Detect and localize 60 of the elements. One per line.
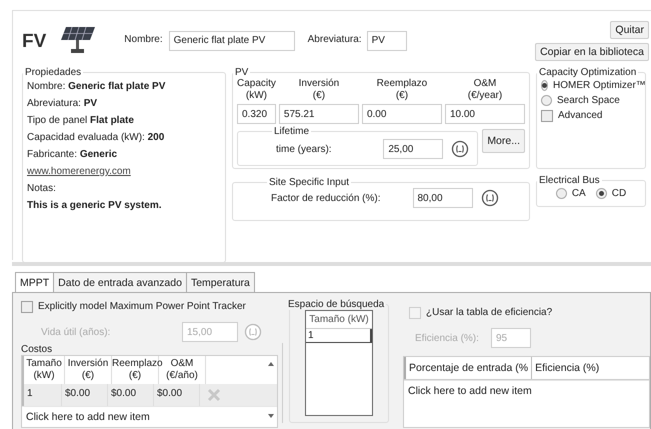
- checkbox[interactable]: [541, 110, 553, 122]
- notes-label: Notas:: [27, 182, 57, 196]
- abbreviation-label: Abreviatura:: [308, 34, 362, 44]
- tab[interactable]: Temperatura: [186, 272, 255, 292]
- sensitivity-button[interactable]: [480, 189, 498, 207]
- table-cell[interactable]: 1: [306, 329, 372, 343]
- lifetime-label: time (years):: [276, 144, 332, 154]
- lifetime-label: Vida útil (años):: [41, 326, 112, 338]
- website-link[interactable]: www.homerenergy.com: [27, 163, 221, 180]
- radio-button[interactable]: [541, 95, 552, 106]
- component-title: FV: [22, 31, 46, 53]
- radio-button[interactable]: [596, 188, 607, 199]
- remove-button[interactable]: Quitar: [610, 21, 649, 39]
- value-field[interactable]: 575.21: [278, 104, 359, 124]
- option-label: Search Space: [557, 94, 620, 108]
- notes-text: This is a generic PV system.: [27, 199, 163, 213]
- group-title: Capacity Optimization: [538, 67, 638, 78]
- column-header: Inversión (€): [298, 78, 340, 102]
- delete-icon[interactable]: [207, 388, 221, 402]
- value-field[interactable]: 10.00: [444, 104, 525, 124]
- column-header: Tamaño (kW): [306, 311, 372, 329]
- column-header: O&M (€/year): [468, 78, 502, 102]
- property-text: Tipo de panel Flat plate: [27, 114, 135, 128]
- property-text: Nombre: Generic flat plate PV: [27, 80, 166, 94]
- property-text: Capacidad evaluada (kW): 200: [27, 131, 166, 145]
- checkbox-label: ¿Usar la tabla de eficiencia?: [426, 306, 552, 320]
- option-label: CA: [572, 187, 586, 201]
- name-field[interactable]: Generic flat plate PV: [168, 30, 295, 50]
- option-label: CD: [612, 187, 626, 201]
- solar-panel-icon: [60, 25, 96, 55]
- group-title: Site Specific Input: [268, 177, 350, 188]
- value-field[interactable]: 0.320: [237, 104, 276, 124]
- derating-field[interactable]: 80,00: [412, 188, 472, 208]
- group-title: PV: [234, 67, 250, 78]
- group-title: Electrical Bus: [538, 175, 601, 186]
- checkbox-label: Advanced: [558, 109, 602, 123]
- sensitivity-button[interactable]: [451, 140, 470, 158]
- more-button[interactable]: More...: [482, 129, 525, 153]
- property-text: Fabricante: Generic: [27, 148, 118, 162]
- efficiency-label: Eficiencia (%):: [415, 332, 480, 344]
- column-header: Reemplazo (€): [376, 78, 428, 102]
- option-label: HOMER Optimizer™: [553, 79, 646, 93]
- copy-to-library-button[interactable]: Copiar en la biblioteca: [535, 43, 649, 61]
- derating-label: Factor de reducción (%):: [271, 192, 380, 204]
- group-title: Propiedades: [24, 67, 82, 78]
- group-title: Espacio de búsqueda: [287, 299, 386, 310]
- name-label: Nombre:: [124, 34, 163, 44]
- lifetime-field[interactable]: 25,00: [383, 139, 444, 159]
- value-field[interactable]: 0.00: [362, 104, 442, 124]
- group-title: Lifetime: [273, 126, 310, 137]
- radio-button[interactable]: [541, 80, 548, 91]
- tab[interactable]: MPPT: [15, 272, 54, 292]
- column-header: Capacity (kW): [237, 78, 276, 102]
- group-title: Costos: [21, 344, 54, 355]
- checkbox-label: Explicitly model Maximum Power Point Tracker: [38, 300, 246, 314]
- abbreviation-field[interactable]: PV: [366, 30, 407, 50]
- property-text: Abreviatura: PV: [27, 97, 98, 111]
- tab[interactable]: Dato de entrada avanzado: [53, 272, 187, 292]
- column-header: Eficiencia (%): [531, 357, 602, 379]
- radio-button[interactable]: [556, 188, 567, 199]
